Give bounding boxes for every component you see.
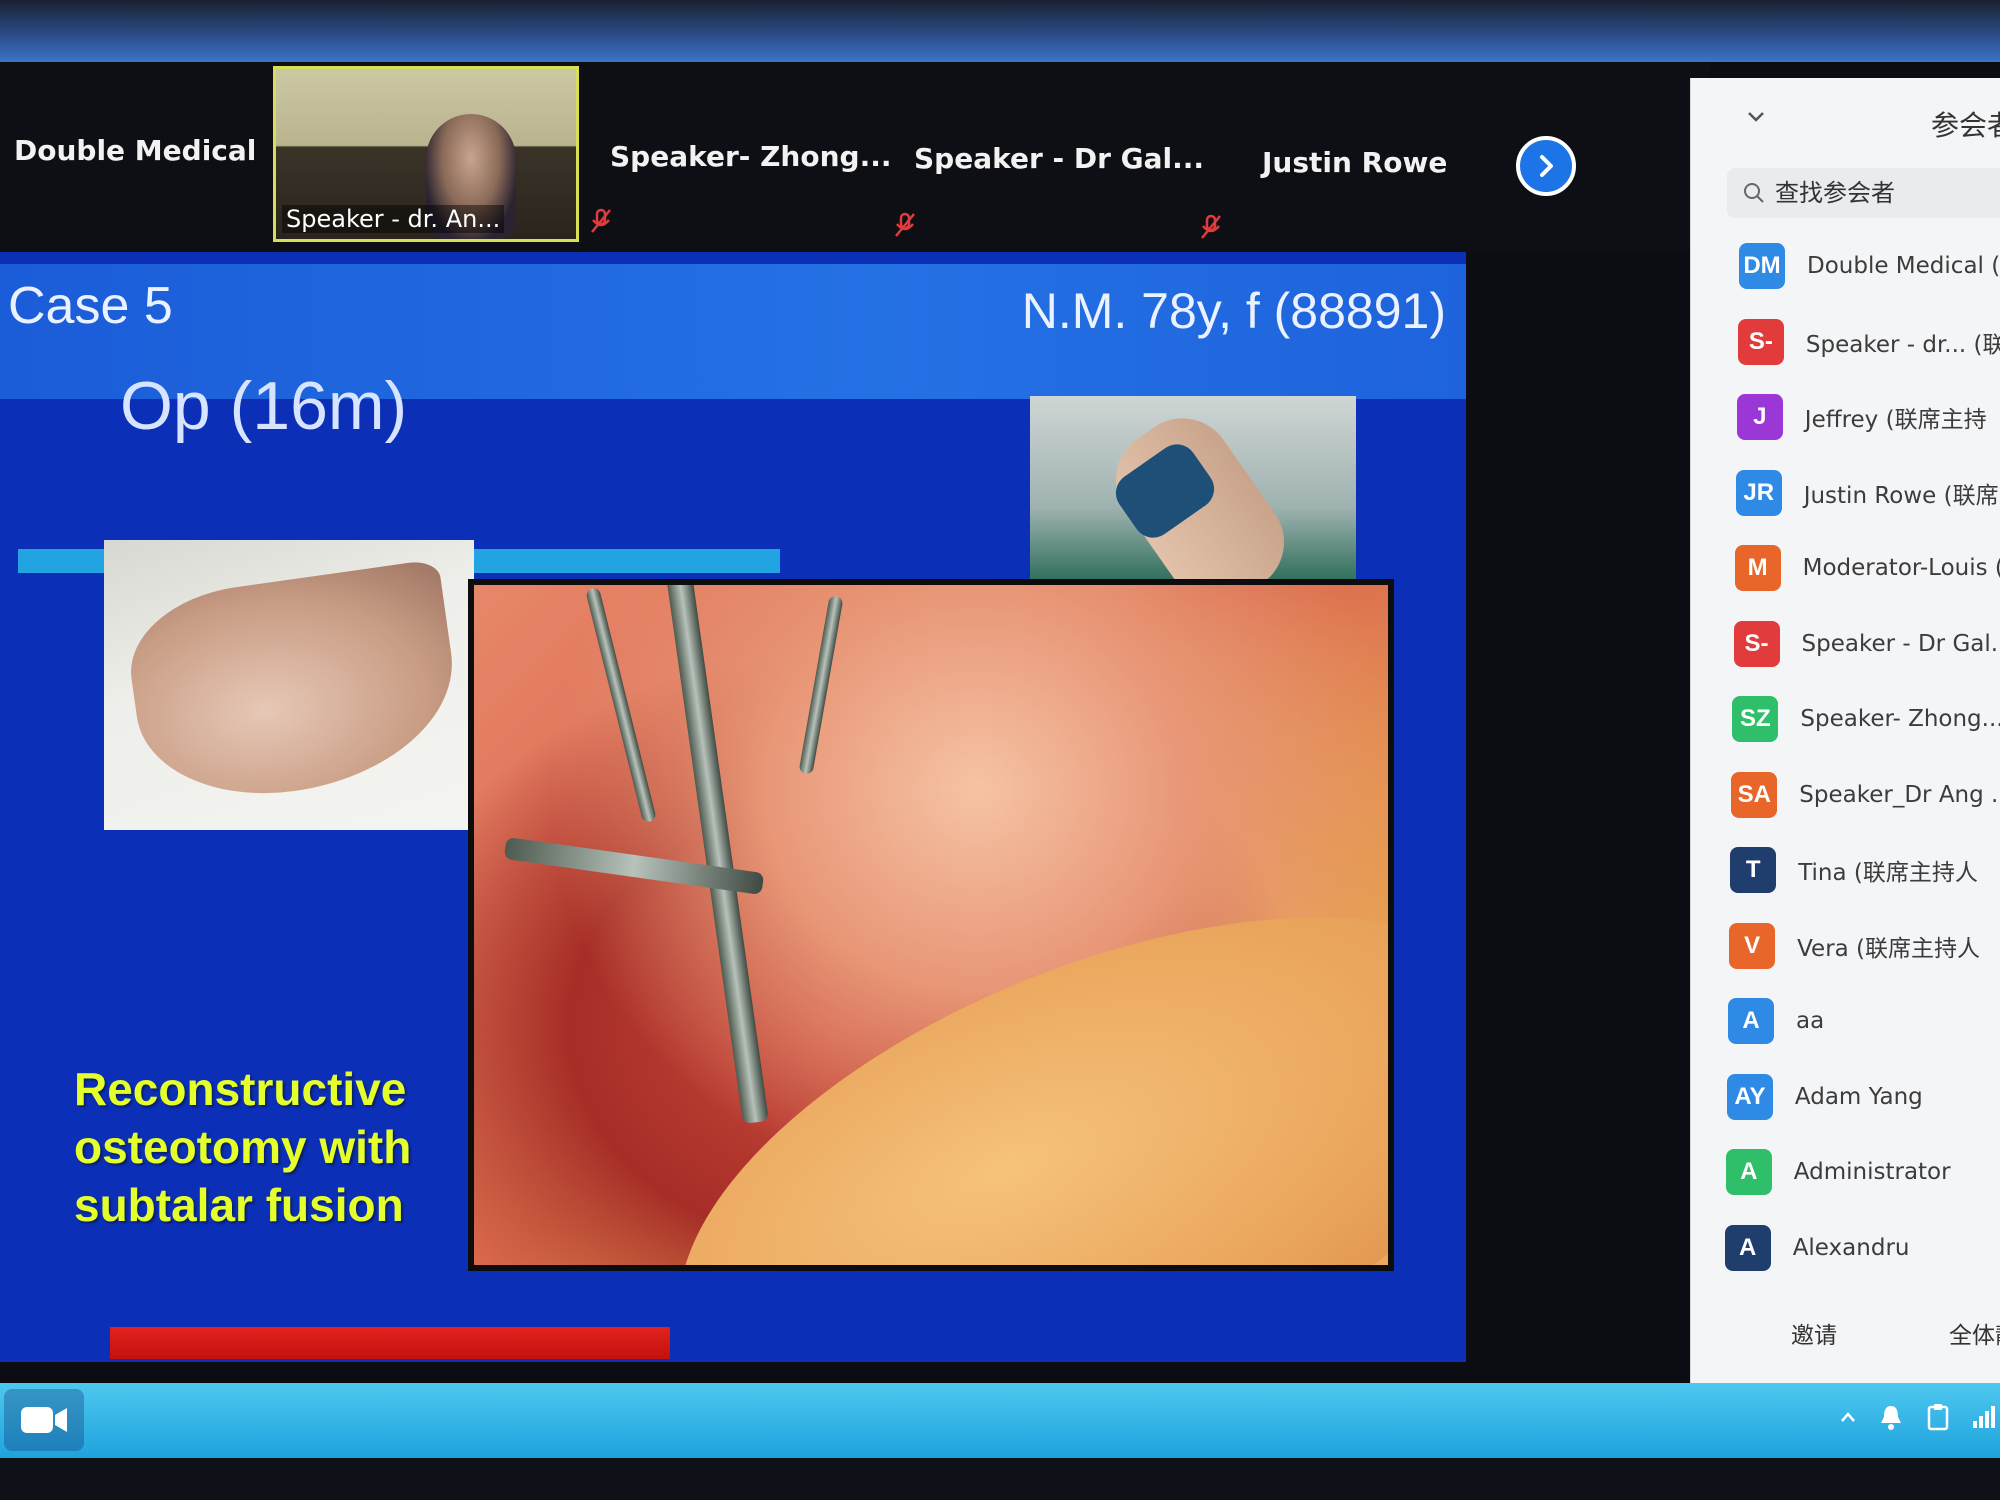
video-thumbnail-strip: Double Medical Speaker - dr. An... Speak… xyxy=(0,62,1710,252)
participant-avatar: A xyxy=(1728,998,1774,1044)
participant-name: Administrator xyxy=(1793,1159,1951,1185)
participant-row[interactable]: SZ Speaker- Zhong... xyxy=(1732,681,2000,757)
thumbnail-label-speaker-zhong[interactable]: Speaker- Zhong... xyxy=(610,140,892,173)
mic-muted-icon xyxy=(1201,214,1221,239)
slide-red-bar xyxy=(110,1327,670,1359)
participant-row[interactable]: AY Adam Yang xyxy=(1726,1059,2000,1135)
screen-bezel xyxy=(0,1458,2000,1500)
participant-avatar: V xyxy=(1729,922,1776,969)
participant-name: Speaker- Zhong... xyxy=(1800,706,2000,732)
participant-name: Justin Rowe (联席 xyxy=(1803,482,1999,509)
taskbar xyxy=(0,1383,2000,1458)
participant-row[interactable]: A Alexandru xyxy=(1724,1210,2000,1286)
shared-presentation-slide: Case 5 N.M. 78y, f (88891) Op (16m) Reco… xyxy=(0,252,1466,1362)
participant-row[interactable]: SA Speaker_Dr Ang ... xyxy=(1731,757,2000,833)
caption-line: osteotomy with xyxy=(74,1121,412,1173)
video-tile-label: Speaker - dr. An... xyxy=(282,205,505,233)
participant-row[interactable]: Aaa xyxy=(1728,983,2000,1059)
caption-line: Reconstructive xyxy=(74,1063,407,1115)
surgery-photo xyxy=(468,579,1394,1271)
participant-avatar: A xyxy=(1725,1149,1772,1195)
thumbnail-label-speaker-dr-gal[interactable]: Speaker - Dr Gal... xyxy=(914,142,1204,175)
active-speaker-video-tile[interactable]: Speaker - dr. An... xyxy=(273,66,579,242)
participant-avatar: SA xyxy=(1731,771,1778,818)
panel-footer: 邀请 全体静 xyxy=(1691,1306,2000,1366)
signal-icon[interactable] xyxy=(1972,1405,1996,1429)
participant-row[interactable]: JR Justin Rowe (联席 xyxy=(1735,455,2000,531)
participant-row[interactable]: A Administrator xyxy=(1725,1134,2000,1210)
search-input[interactable] xyxy=(1775,179,1995,207)
slide-case-title: Case 5 xyxy=(8,277,173,335)
participant-row[interactable]: S- Speaker - Dr Gal... xyxy=(1733,606,2000,682)
participant-name: Speaker - dr... (联 xyxy=(1805,331,2000,358)
slide-caption: Reconstructive osteotomy with subtalar f… xyxy=(74,1060,411,1234)
participant-name: Speaker - Dr Gal... xyxy=(1801,630,2000,657)
participant-row[interactable]: V Vera (联席主持人 xyxy=(1729,908,2000,984)
participant-avatar: DM xyxy=(1739,243,1785,289)
chevron-up-icon[interactable] xyxy=(1840,1411,1856,1423)
thumbnail-label-double-medical[interactable]: Double Medical xyxy=(14,134,256,167)
chevron-down-icon[interactable] xyxy=(1746,110,1766,124)
participant-avatar: SZ xyxy=(1732,696,1779,742)
participant-avatar: AY xyxy=(1726,1073,1773,1120)
participant-row[interactable]: S- Speaker - dr... (联 xyxy=(1737,304,2000,380)
participant-avatar: M xyxy=(1734,545,1781,591)
participant-name: Jeffrey (联席主持 xyxy=(1804,407,1987,433)
zoom-app-button[interactable] xyxy=(4,1389,84,1451)
invite-button[interactable]: 邀请 xyxy=(1791,1316,1837,1350)
participants-panel: 参会者 DM Double Medical ( S- Speaker - dr... … xyxy=(1690,78,2000,1383)
participant-name: aa xyxy=(1796,1008,1825,1034)
participant-name: Alexandru xyxy=(1792,1234,1910,1261)
chevron-right-icon xyxy=(1540,155,1553,177)
mute-all-button[interactable]: 全体静 xyxy=(1949,1316,2000,1350)
slide-op-title: Op (16m) xyxy=(120,368,408,444)
desktop-top-strip xyxy=(0,0,2000,62)
slide-patient-id: N.M. 78y, f (88891) xyxy=(1021,283,1446,339)
participant-name: Vera (联席主持人 xyxy=(1797,935,1981,962)
participant-row[interactable]: J Jeffrey (联席主持 xyxy=(1736,379,2000,455)
search-icon xyxy=(1744,183,1764,203)
thumbnail-label-justin-rowe[interactable]: Justin Rowe xyxy=(1262,146,1447,179)
participant-avatar: T xyxy=(1730,847,1777,893)
system-tray xyxy=(1840,1403,1996,1431)
panel-title: 参会者 xyxy=(1931,110,2000,141)
mic-muted-icon xyxy=(895,212,915,237)
participant-name: Tina (联席主持人 xyxy=(1798,860,1978,886)
mic-muted-icon xyxy=(591,208,611,233)
caption-line: subtalar fusion xyxy=(74,1179,404,1231)
leg-photo xyxy=(1030,396,1356,582)
participant-name: Adam Yang xyxy=(1794,1083,1923,1110)
clipboard-icon[interactable] xyxy=(1926,1403,1950,1431)
participant-row[interactable]: T Tina (联席主持人 xyxy=(1730,832,2000,908)
foot-photo xyxy=(104,540,474,830)
bell-icon[interactable] xyxy=(1878,1403,1904,1431)
participant-avatar: S- xyxy=(1733,620,1780,667)
participant-name: Moderator-Louis ( xyxy=(1802,555,2000,581)
participant-search[interactable] xyxy=(1727,168,2000,218)
participant-avatar: A xyxy=(1724,1224,1771,1271)
participant-avatar: JR xyxy=(1735,469,1782,516)
participant-row[interactable]: M Moderator-Louis ( xyxy=(1734,530,2000,606)
video-camera-icon xyxy=(21,1407,67,1433)
participant-name: Double Medical ( xyxy=(1807,253,2000,279)
participant-row[interactable]: DM Double Medical ( xyxy=(1739,228,2000,304)
next-thumbnails-button[interactable] xyxy=(1516,136,1576,196)
participant-avatar: S- xyxy=(1737,318,1784,365)
participant-name: Speaker_Dr Ang ... xyxy=(1799,781,2000,808)
participant-avatar: J xyxy=(1736,394,1783,440)
